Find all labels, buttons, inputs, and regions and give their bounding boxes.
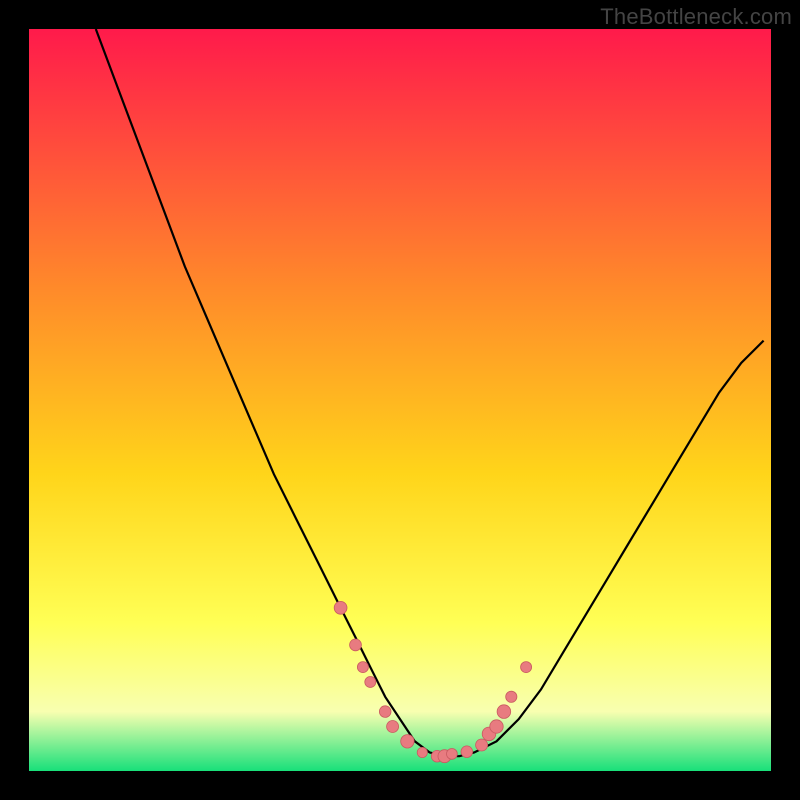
sample-dot <box>379 706 391 718</box>
sample-dot <box>447 749 458 760</box>
sample-dot <box>401 735 414 748</box>
sample-dot <box>387 721 399 733</box>
gradient-background <box>29 29 771 771</box>
sample-dot <box>497 705 511 719</box>
chart-frame <box>29 29 771 771</box>
bottleneck-chart <box>29 29 771 771</box>
sample-dot <box>506 691 517 702</box>
sample-dot <box>476 739 488 751</box>
sample-dot <box>461 746 473 758</box>
sample-dot <box>357 662 368 673</box>
sample-dot <box>365 677 376 688</box>
watermark-text: TheBottleneck.com <box>600 4 792 30</box>
sample-dot <box>521 662 532 673</box>
sample-dot <box>490 720 503 733</box>
sample-dot <box>334 601 347 614</box>
sample-dot <box>350 639 362 651</box>
sample-dot <box>417 747 427 757</box>
